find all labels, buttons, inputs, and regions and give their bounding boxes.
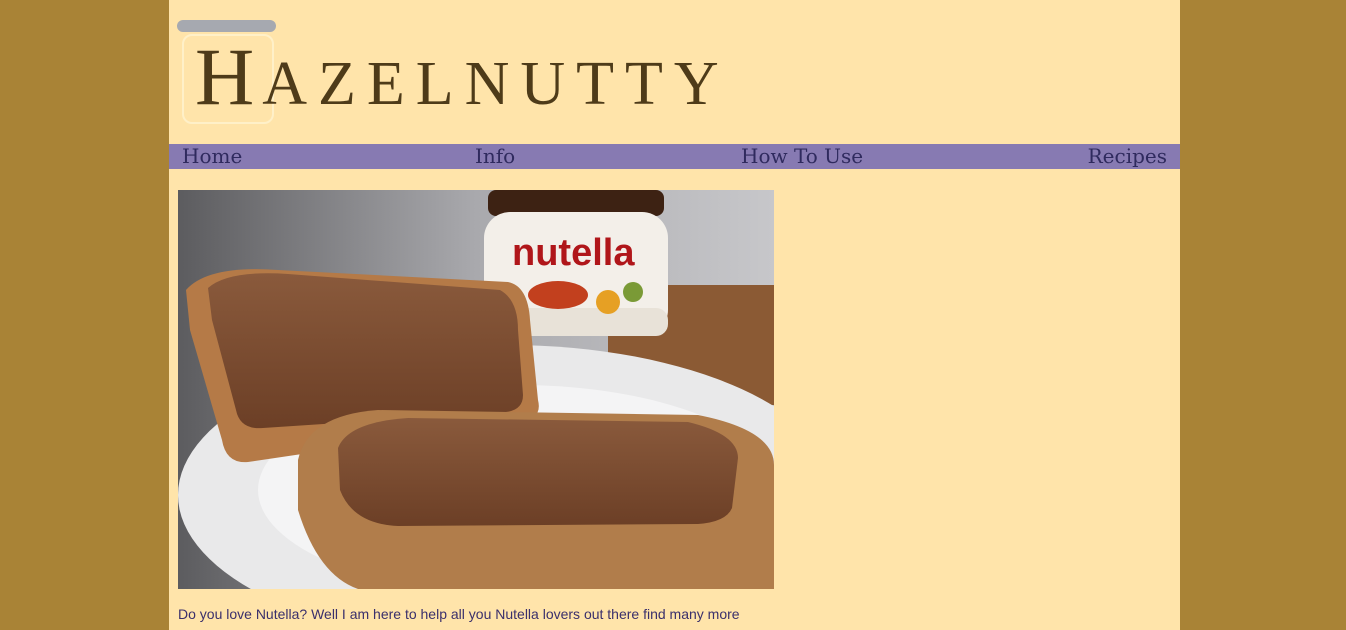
page-container: HAZELNUTTY Home Info How To Use Recipes bbox=[169, 0, 1180, 630]
logo-initial: H bbox=[195, 31, 263, 122]
main-nav: Home Info How To Use Recipes bbox=[169, 144, 1180, 169]
nav-recipes[interactable]: Recipes bbox=[1088, 144, 1167, 169]
logo-wordmark: HAZELNUTTY bbox=[195, 36, 730, 118]
jar-label: nutella bbox=[512, 232, 635, 274]
intro-text: Do you love Nutella? Well I am here to h… bbox=[178, 606, 740, 622]
toast-front bbox=[298, 410, 774, 589]
site-logo[interactable]: HAZELNUTTY bbox=[177, 20, 777, 124]
nav-info[interactable]: Info bbox=[475, 144, 515, 169]
hero-image: nutella bbox=[178, 190, 774, 589]
logo-rest: AZELNUTTY bbox=[262, 50, 730, 118]
nav-home[interactable]: Home bbox=[182, 144, 242, 169]
nav-how-to-use[interactable]: How To Use bbox=[741, 144, 863, 169]
